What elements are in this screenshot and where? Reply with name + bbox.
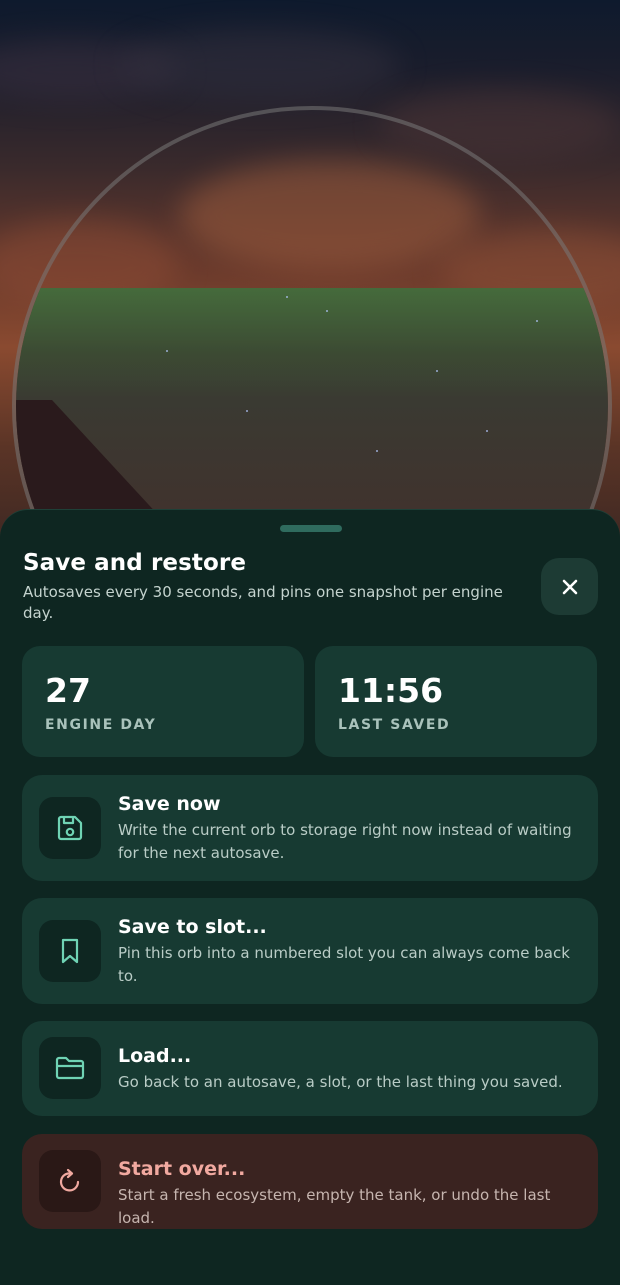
close-button[interactable] bbox=[541, 558, 598, 615]
save-now-button[interactable]: Save now Write the current orb to storag… bbox=[22, 775, 598, 881]
engine-day-label: ENGINE DAY bbox=[45, 717, 157, 733]
bookmark-icon bbox=[61, 938, 79, 964]
sheet-subtitle: Autosaves every 30 seconds, and pins one… bbox=[23, 583, 503, 622]
restart-icon bbox=[59, 1168, 80, 1192]
start-over-icon-box bbox=[39, 1150, 101, 1212]
save-now-icon-box bbox=[39, 797, 101, 859]
last-saved-value: 11:56 bbox=[338, 671, 444, 710]
engine-day-value: 27 bbox=[45, 671, 91, 710]
save-to-slot-button[interactable]: Save to slot... Pin this orb into a numb… bbox=[22, 898, 598, 1004]
orb-scene-background bbox=[0, 0, 620, 560]
load-description: Go back to an autosave, a slot, or the l… bbox=[118, 1073, 563, 1091]
start-over-description: Start a fresh ecosystem, empty the tank,… bbox=[118, 1186, 551, 1227]
save-to-slot-title: Save to slot... bbox=[118, 916, 267, 938]
sheet-title: Save and restore bbox=[23, 550, 247, 576]
save-to-slot-icon-box bbox=[39, 920, 101, 982]
start-over-title: Start over... bbox=[118, 1158, 246, 1180]
floppy-disk-icon bbox=[57, 815, 83, 841]
load-icon-box bbox=[39, 1037, 101, 1099]
last-saved-card: 11:56 LAST SAVED bbox=[315, 646, 597, 757]
close-icon bbox=[562, 579, 577, 594]
load-title: Load... bbox=[118, 1045, 192, 1067]
save-restore-sheet: Save and restore Autosaves every 30 seco… bbox=[0, 509, 620, 1285]
save-now-title: Save now bbox=[118, 793, 221, 815]
load-button[interactable]: Load... Go back to an autosave, a slot, … bbox=[22, 1021, 598, 1116]
last-saved-label: LAST SAVED bbox=[338, 717, 451, 733]
save-to-slot-description: Pin this orb into a numbered slot you ca… bbox=[118, 944, 570, 985]
start-over-button[interactable]: Start over... Start a fresh ecosystem, e… bbox=[22, 1134, 598, 1229]
sheet-grabber-handle[interactable] bbox=[280, 525, 342, 532]
save-now-description: Write the current orb to storage right n… bbox=[118, 821, 572, 862]
engine-day-card: 27 ENGINE DAY bbox=[22, 646, 304, 757]
folder-icon bbox=[55, 1056, 85, 1080]
ecosystem-orb[interactable] bbox=[12, 106, 612, 560]
